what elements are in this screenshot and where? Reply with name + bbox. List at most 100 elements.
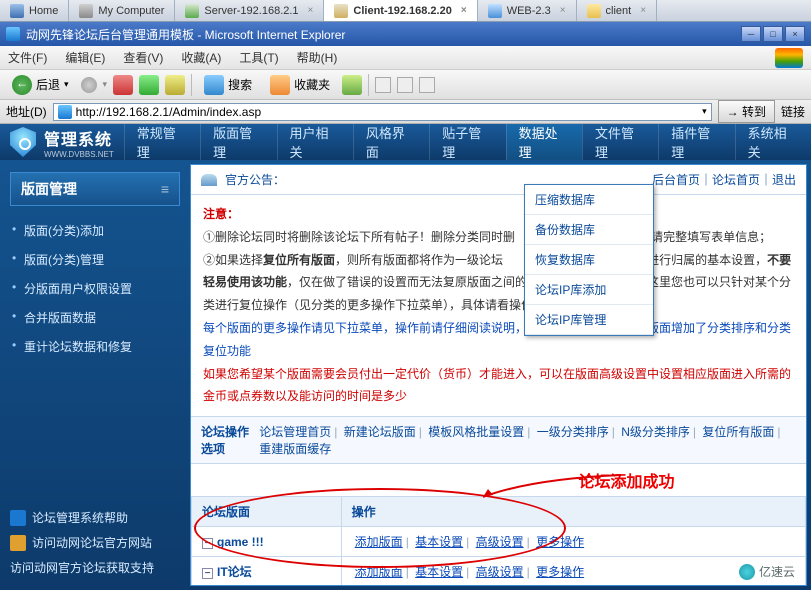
menu-edit[interactable]: 编辑(E)	[65, 49, 105, 66]
support-label: 访问动网官方论坛获取支持	[10, 559, 154, 576]
op-sortn[interactable]: N级分类排序	[621, 425, 690, 439]
action-more[interactable]: 更多操作	[536, 565, 584, 579]
sidebar-item-recount[interactable]: 重计论坛数据和修复	[10, 332, 180, 361]
row-name[interactable]: IT论坛	[217, 565, 252, 579]
close-icon[interactable]: ×	[560, 5, 566, 16]
address-input[interactable]: http://192.168.2.1/Admin/index.asp ▾	[53, 103, 712, 121]
op-reset[interactable]: 复位所有版面	[702, 425, 774, 439]
op-template[interactable]: 模板风格批量设置	[428, 425, 524, 439]
dd-backup[interactable]: 备份数据库	[525, 215, 653, 245]
search-button[interactable]: 搜索	[198, 73, 258, 97]
action-advanced[interactable]: 高级设置	[476, 535, 524, 549]
op-home[interactable]: 论坛管理首页	[259, 425, 331, 439]
op-sort1[interactable]: 一级分类排序	[537, 425, 609, 439]
ie-title-bar: 动网先锋论坛后台管理通用模板 - Microsoft Internet Expl…	[0, 22, 811, 46]
back-button[interactable]: 后退▾	[6, 73, 75, 97]
nav-board[interactable]: 版面管理	[200, 124, 276, 160]
expand-icon[interactable]: −	[202, 568, 213, 579]
maximize-button[interactable]: □	[763, 26, 783, 42]
nav-file[interactable]: 文件管理	[582, 124, 658, 160]
refresh-button[interactable]	[139, 75, 159, 95]
menu-tools[interactable]: 工具(T)	[239, 49, 278, 66]
action-advanced[interactable]: 高级设置	[476, 565, 524, 579]
edit-button[interactable]	[419, 77, 435, 93]
dd-restore[interactable]: 恢复数据库	[525, 245, 653, 275]
mail-button[interactable]	[375, 77, 391, 93]
op-rebuild[interactable]: 重建版面缓存	[259, 442, 331, 456]
action-add[interactable]: 添加版面	[355, 535, 403, 549]
help-link[interactable]: 论坛管理系统帮助	[10, 505, 154, 530]
print-button[interactable]	[397, 77, 413, 93]
nav-post[interactable]: 贴子管理	[429, 124, 505, 160]
close-icon[interactable]: ×	[308, 5, 314, 16]
logo-text: 管理系统	[44, 126, 114, 150]
back-label: 后退	[36, 76, 60, 93]
stop-button[interactable]	[113, 75, 133, 95]
op-new[interactable]: 新建论坛版面	[344, 425, 416, 439]
watermark: 亿速云	[729, 559, 805, 584]
os-tab-computer[interactable]: My Computer	[69, 0, 175, 21]
sidebar-item-merge[interactable]: 合并版面数据	[10, 303, 180, 332]
minimize-button[interactable]: ─	[741, 26, 761, 42]
os-tab-web[interactable]: WEB-2.3 ×	[478, 0, 577, 21]
client-icon	[334, 4, 348, 18]
nav-general[interactable]: 常规管理	[124, 124, 200, 160]
os-tab-client[interactable]: Client-192.168.2.20×	[324, 0, 477, 21]
nav-user[interactable]: 用户相关	[277, 124, 353, 160]
os-tab-client2[interactable]: client×	[577, 0, 658, 21]
dd-ip-manage[interactable]: 论坛IP库管理	[525, 305, 653, 335]
close-icon[interactable]: ×	[461, 5, 467, 16]
action-basic[interactable]: 基本设置	[415, 565, 463, 579]
admin-header: 管理系统 WWW.DVBBS.NET 常规管理 版面管理 用户相关 风格界面 贴…	[0, 124, 811, 160]
p2b: 复位所有版面	[263, 253, 335, 267]
action-more[interactable]: 更多操作	[536, 535, 584, 549]
search-label: 搜索	[228, 76, 252, 93]
th-ops: 操作	[341, 497, 805, 527]
sidebar-item-perm[interactable]: 分版面用户权限设置	[10, 274, 180, 303]
nav-plugin[interactable]: 插件管理	[658, 124, 734, 160]
tab-label: WEB-2.3	[507, 5, 551, 17]
home-button[interactable]	[165, 75, 185, 95]
url-text: http://192.168.2.1/Admin/index.asp	[76, 105, 261, 119]
menu-file[interactable]: 文件(F)	[8, 49, 47, 66]
history-button[interactable]	[342, 75, 362, 95]
tab-label: Server-192.168.2.1	[204, 5, 298, 17]
os-tab-server[interactable]: Server-192.168.2.1 ×	[175, 0, 324, 21]
nav-data[interactable]: 数据处理	[506, 124, 582, 160]
close-icon[interactable]: ×	[640, 5, 646, 16]
dd-ip-add[interactable]: 论坛IP库添加	[525, 275, 653, 305]
os-tab-home[interactable]: Home	[0, 0, 69, 21]
support-link[interactable]: 访问动网官方论坛获取支持	[10, 555, 154, 580]
tab-label: Home	[29, 5, 58, 17]
top-links[interactable]: 后台首页｜论坛首页｜退出	[652, 171, 796, 188]
menu-help[interactable]: 帮助(H)	[297, 49, 338, 66]
official-label: 访问动网论坛官方网站	[32, 534, 152, 551]
action-add[interactable]: 添加版面	[355, 565, 403, 579]
page-icon	[58, 105, 72, 119]
menu-view[interactable]: 查看(V)	[123, 49, 163, 66]
ops-row: 论坛操作选项 论坛管理首页| 新建论坛版面| 模板风格批量设置| 一级分类排序|…	[191, 416, 806, 464]
nav-style[interactable]: 风格界面	[353, 124, 429, 160]
fav-label: 收藏夹	[294, 76, 330, 93]
favorites-button[interactable]: 收藏夹	[264, 73, 336, 97]
nav-system[interactable]: 系统相关	[735, 124, 811, 160]
official-link[interactable]: 访问动网论坛官方网站	[10, 530, 154, 555]
dd-compress[interactable]: 压缩数据库	[525, 185, 653, 215]
address-bar: 地址(D) http://192.168.2.1/Admin/index.asp…	[0, 100, 811, 124]
row-name[interactable]: game !!!	[217, 535, 264, 549]
sidebar-item-add[interactable]: 版面(分类)添加	[10, 216, 180, 245]
logo-subtext: WWW.DVBBS.NET	[44, 150, 114, 159]
folder-icon	[587, 4, 601, 18]
admin-nav: 常规管理 版面管理 用户相关 风格界面 贴子管理 数据处理 文件管理 插件管理 …	[124, 124, 811, 160]
close-button[interactable]: ×	[785, 26, 805, 42]
expand-icon[interactable]: −	[202, 538, 213, 549]
go-button[interactable]: → 转到	[718, 100, 775, 123]
action-basic[interactable]: 基本设置	[415, 535, 463, 549]
body-text: 注意： ①删除论坛同时将删除该论坛下所有帖子！删除分类同时删XXXXXXXXXX…	[191, 195, 806, 416]
web-icon	[488, 4, 502, 18]
sidebar-item-manage[interactable]: 版面(分类)管理	[10, 245, 180, 274]
ie-menu-bar: 文件(F) 编辑(E) 查看(V) 收藏(A) 工具(T) 帮助(H)	[0, 46, 811, 70]
forward-button[interactable]	[81, 77, 97, 93]
menu-favorites[interactable]: 收藏(A)	[181, 49, 221, 66]
links-label[interactable]: 链接	[781, 103, 805, 120]
